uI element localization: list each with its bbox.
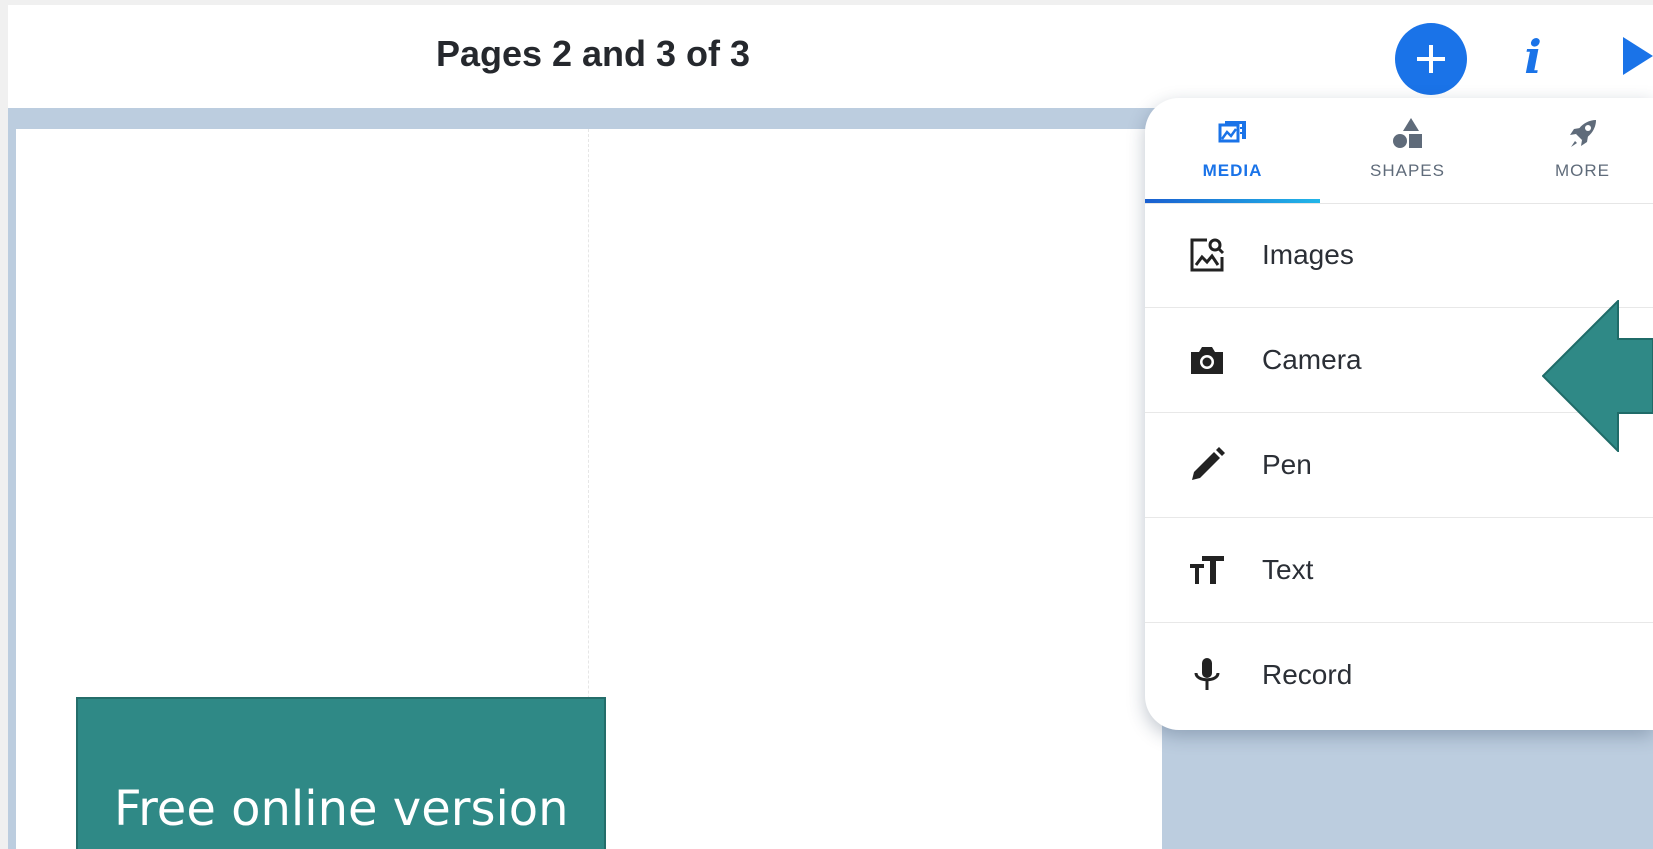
menu-item-record[interactable]: Record bbox=[1145, 623, 1653, 728]
image-search-icon bbox=[1190, 238, 1225, 272]
text-size-icon bbox=[1190, 556, 1224, 584]
tab-shapes[interactable]: SHAPES bbox=[1320, 98, 1495, 203]
play-icon bbox=[1623, 37, 1653, 75]
plus-icon bbox=[1417, 45, 1445, 73]
microphone-icon bbox=[1194, 658, 1220, 690]
shapes-icon bbox=[1392, 118, 1422, 148]
play-button[interactable] bbox=[1623, 37, 1653, 80]
menu-item-label: Images bbox=[1262, 239, 1354, 270]
media-icon bbox=[1218, 121, 1246, 143]
camera-icon bbox=[1191, 347, 1223, 374]
menu-item-label: Record bbox=[1262, 659, 1353, 690]
menu-item-label: Text bbox=[1262, 554, 1314, 585]
top-bar: Pages 2 and 3 of 3 i bbox=[8, 5, 1653, 108]
add-button[interactable] bbox=[1395, 23, 1467, 95]
info-icon: i bbox=[1524, 30, 1542, 84]
insert-menu-tabs: MEDIA SHAPES MORE bbox=[1145, 98, 1653, 204]
tab-shapes-label: SHAPES bbox=[1370, 161, 1445, 180]
tab-more[interactable]: MORE bbox=[1495, 98, 1653, 203]
menu-item-label: Pen bbox=[1262, 449, 1312, 480]
info-button[interactable]: i bbox=[1508, 27, 1558, 87]
tab-media-label: MEDIA bbox=[1202, 161, 1263, 180]
tab-media[interactable]: MEDIA bbox=[1145, 98, 1320, 203]
page-title: Pages 2 and 3 of 3 bbox=[435, 33, 751, 74]
rocket-icon bbox=[1569, 120, 1596, 147]
menu-item-text[interactable]: Text bbox=[1145, 518, 1653, 623]
pointer-arrow bbox=[1542, 300, 1653, 452]
menu-item-label: Camera bbox=[1262, 344, 1362, 375]
pen-icon bbox=[1192, 447, 1225, 480]
menu-item-images[interactable]: Images bbox=[1145, 203, 1653, 308]
app-window: Pages 2 and 3 of 3 i Free online version bbox=[0, 0, 1653, 849]
promo-banner[interactable]: Free online version bbox=[76, 697, 606, 849]
banner-text: Free online version bbox=[114, 781, 569, 837]
tab-more-label: MORE bbox=[1555, 161, 1610, 180]
page-spread[interactable]: Free online version bbox=[16, 129, 1162, 849]
